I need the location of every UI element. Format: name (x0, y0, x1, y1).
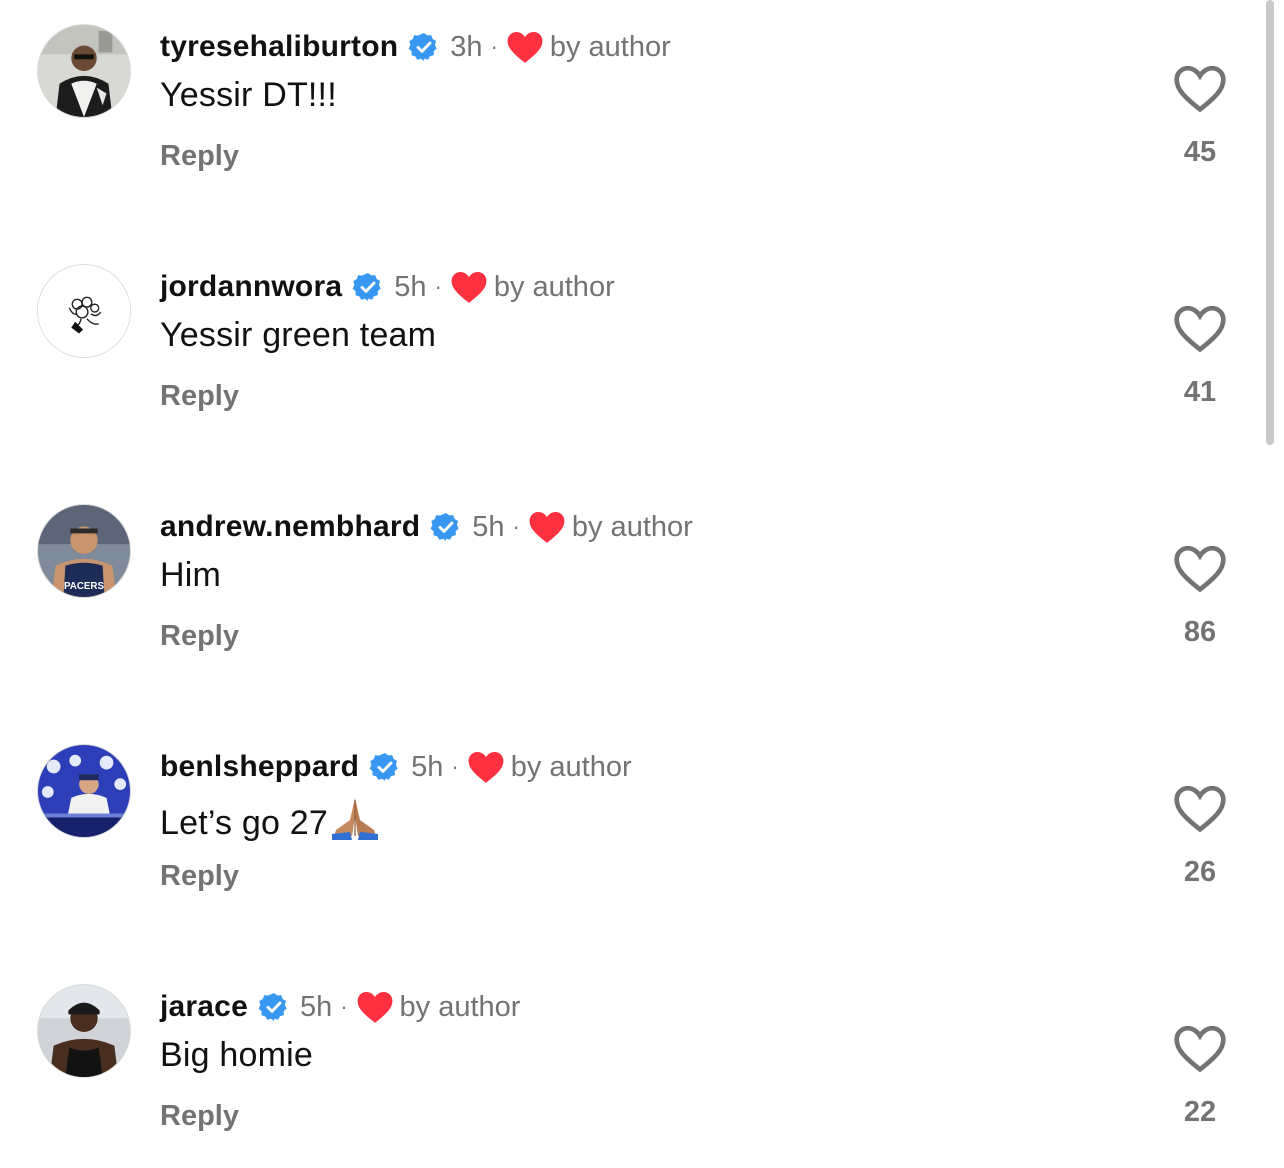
like-count: 41 (1183, 376, 1217, 408)
avatar[interactable] (37, 24, 131, 118)
separator-dot: · (434, 274, 442, 299)
separator-dot: · (490, 34, 498, 59)
avatar-person-tank-top-icon (38, 985, 130, 1077)
avatar[interactable] (37, 744, 131, 838)
liked-by-author-label: by author (493, 270, 615, 303)
separator-dot: · (340, 994, 348, 1019)
comment-text: Him (160, 556, 222, 594)
verified-badge-icon (369, 753, 398, 781)
comments-list: tyresehaliburton 3h · by author Yessir D… (0, 0, 1262, 1168)
avatar-sketch-logo-icon (38, 265, 130, 357)
heart-outline-icon[interactable] (1172, 302, 1228, 354)
reply-button[interactable]: Reply (160, 1100, 239, 1133)
separator-dot: · (512, 514, 520, 539)
comment-text: Yessir DT!!! (160, 76, 337, 114)
like-count: 22 (1183, 1096, 1217, 1128)
heart-outline-icon[interactable] (1172, 782, 1228, 834)
comment-header: jordannwora 5h · by author (160, 266, 615, 308)
username[interactable]: benlsheppard (160, 750, 359, 784)
heart-filled-icon (468, 751, 504, 783)
avatar[interactable] (37, 984, 131, 1078)
verified-badge-icon (258, 993, 287, 1021)
heart-outline-icon[interactable] (1172, 542, 1228, 594)
liked-by-author-label: by author (510, 750, 632, 783)
avatar-press-conference-icon (38, 745, 130, 837)
heart-filled-icon (529, 511, 565, 543)
heart-filled-icon (451, 271, 487, 303)
folded-hands-emoji-icon (331, 798, 378, 840)
verified-badge-icon (408, 33, 437, 61)
liked-by-author-label: by author (571, 510, 693, 543)
reply-button[interactable]: Reply (160, 860, 239, 893)
comment-header: jarace 5h · by author (160, 986, 520, 1028)
username[interactable]: jordannwora (160, 270, 342, 304)
avatar-pacers-jersey-icon: PACERS (38, 505, 130, 597)
reply-button[interactable]: Reply (160, 380, 239, 413)
comment-item: benlsheppard 5h · by author Let’s go 27 … (0, 720, 1262, 920)
avatar[interactable] (37, 264, 131, 358)
timestamp: 3h (450, 30, 483, 63)
comment-text-row: Let’s go 27 (160, 796, 380, 843)
timestamp: 5h (411, 750, 444, 783)
comment-item: tyresehaliburton 3h · by author Yessir D… (0, 0, 1262, 200)
reply-button[interactable]: Reply (160, 620, 239, 653)
like-count: 26 (1183, 856, 1217, 888)
avatar-person-white-jacket-icon (38, 25, 130, 117)
timestamp: 5h (299, 990, 333, 1023)
reply-button[interactable]: Reply (160, 140, 239, 173)
comment-text: Big homie (160, 1036, 313, 1074)
comment-text: Yessir green team (160, 316, 437, 354)
comment-item: jordannwora 5h · by author Yessir green … (0, 240, 1262, 440)
comment-text: Let’s go 27 (160, 804, 328, 842)
timestamp: 5h (472, 510, 505, 543)
comment-header: benlsheppard 5h · by author (160, 746, 632, 788)
username[interactable]: andrew.nembhard (160, 510, 420, 544)
heart-outline-icon[interactable] (1172, 62, 1228, 114)
liked-by-author-label: by author (399, 990, 521, 1023)
like-count: 86 (1183, 616, 1217, 648)
verified-badge-icon (430, 513, 459, 541)
svg-text:PACERS: PACERS (64, 581, 104, 592)
heart-filled-icon (357, 991, 392, 1023)
liked-by-author-label: by author (549, 30, 671, 63)
username[interactable]: jarace (160, 990, 248, 1024)
timestamp: 5h (394, 270, 427, 303)
comment-header: tyresehaliburton 3h · by author (160, 26, 671, 68)
heart-outline-icon[interactable] (1172, 1022, 1228, 1074)
separator-dot: · (451, 754, 459, 779)
scrollbar-thumb[interactable] (1266, 0, 1274, 445)
avatar[interactable]: PACERS (37, 504, 131, 598)
comment-item: jarace 5h · by author Big homie Reply 22 (0, 960, 1262, 1160)
heart-filled-icon (507, 31, 543, 63)
comment-item: PACERS andrew.nembhard 5h · by author Hi… (0, 480, 1262, 680)
like-count: 45 (1183, 136, 1217, 168)
username[interactable]: tyresehaliburton (160, 30, 398, 64)
comment-header: andrew.nembhard 5h · by author (160, 506, 693, 548)
verified-badge-icon (352, 273, 381, 301)
